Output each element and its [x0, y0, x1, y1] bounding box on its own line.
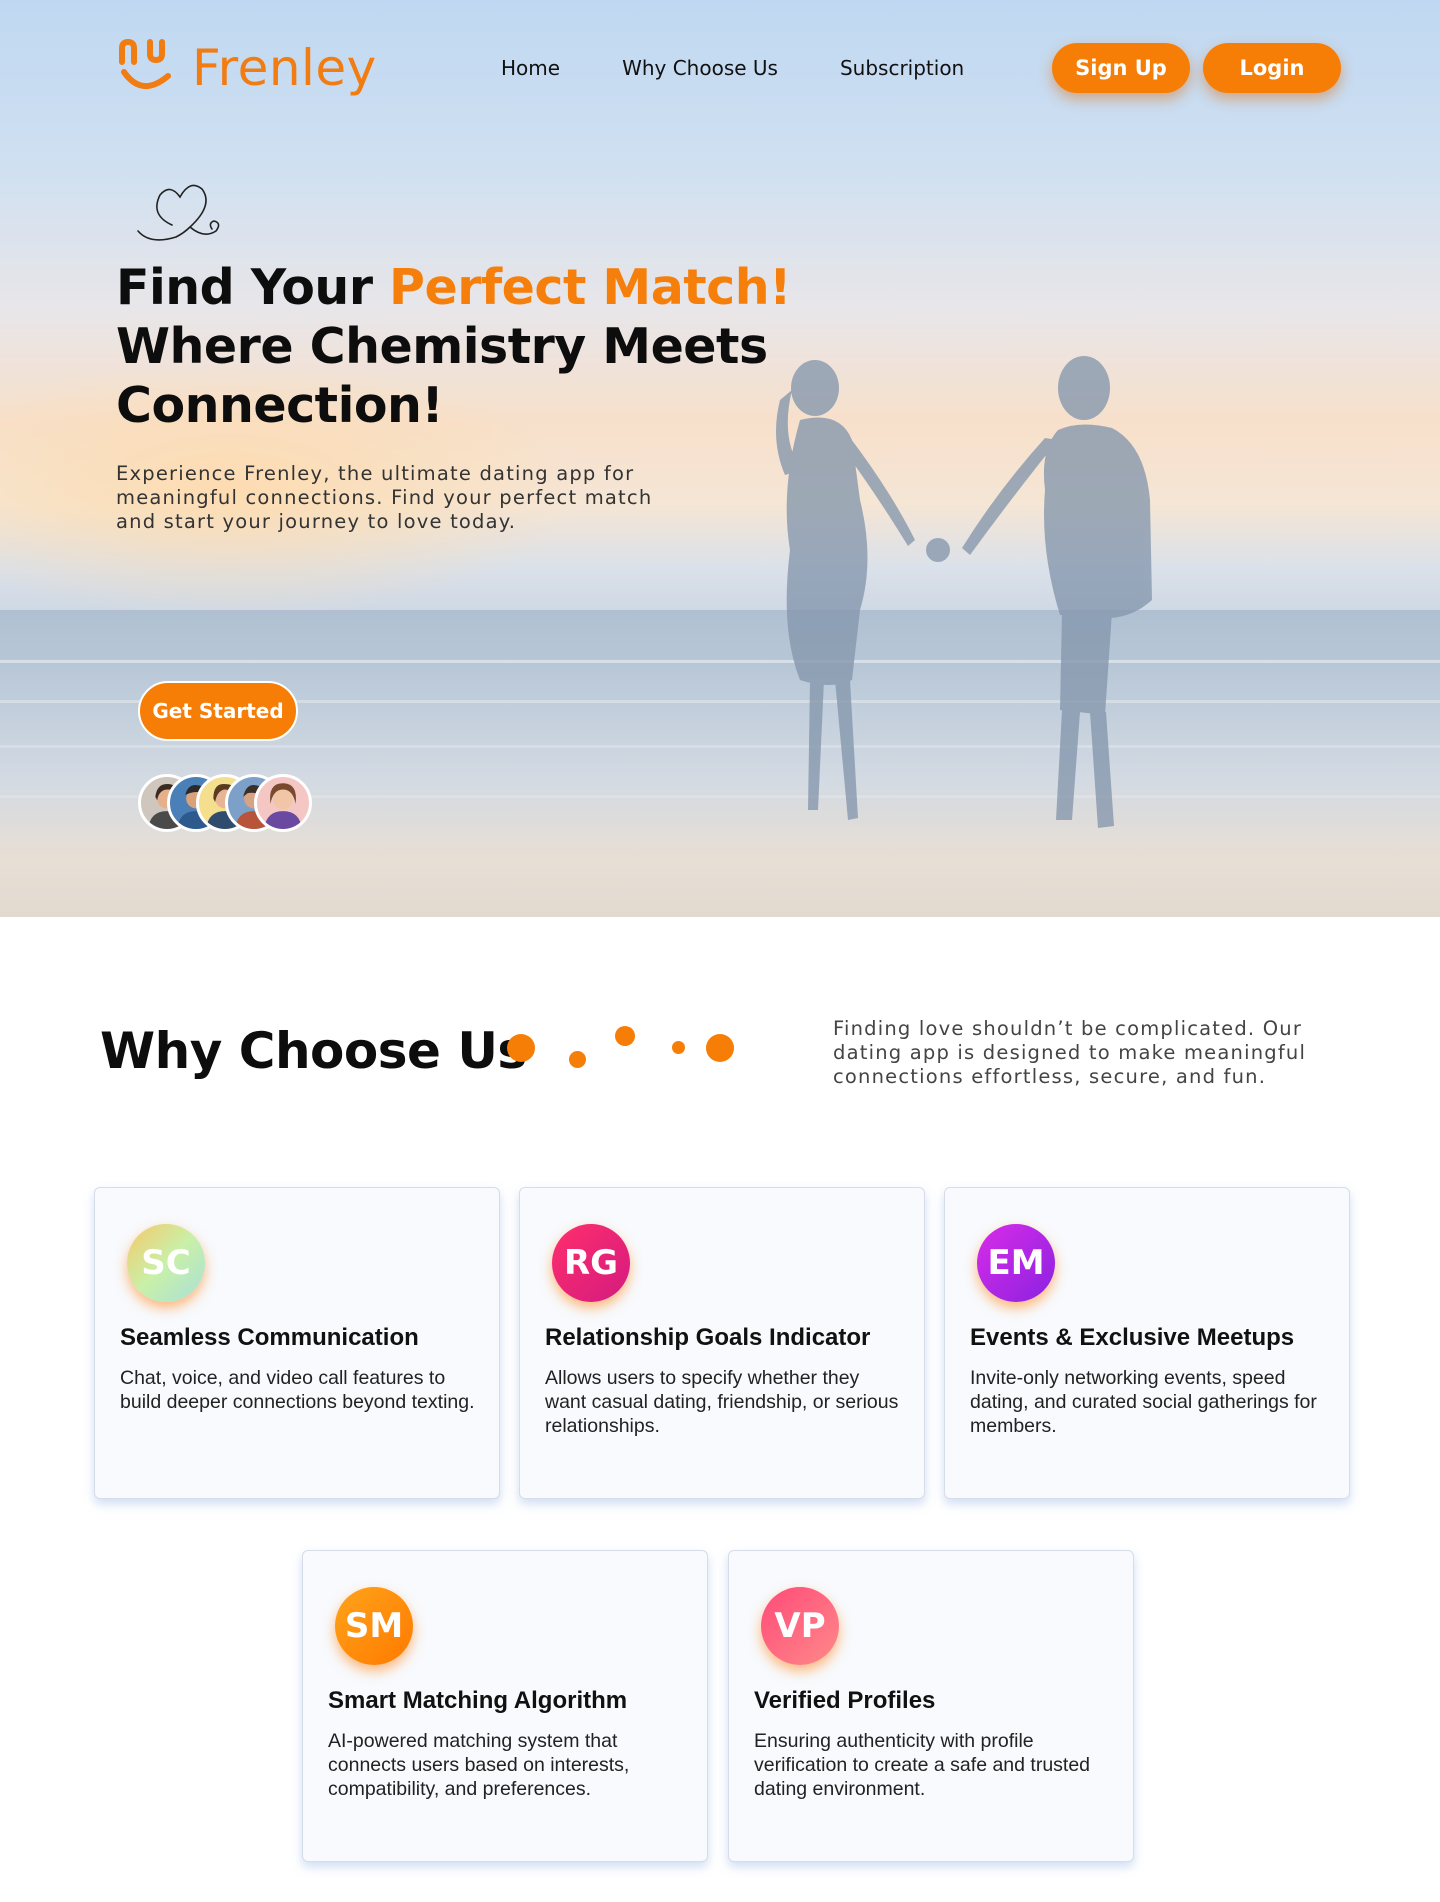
hero-title-line2: Where Chemistry Meets — [116, 318, 768, 375]
feature-text: AI-powered matching system that connects… — [328, 1730, 630, 1800]
feature-title: Seamless Communication — [120, 1324, 419, 1351]
login-button[interactable]: Login — [1203, 43, 1341, 93]
hero-title-accent: Perfect Match! — [389, 259, 791, 316]
feature-text: Ensuring authenticity with profile verif… — [754, 1730, 1091, 1800]
brand-logo[interactable]: Frenley — [116, 36, 377, 100]
feature-badge: RG — [552, 1224, 630, 1302]
nav-home[interactable]: Home — [501, 56, 560, 80]
brand-name: Frenley — [192, 39, 377, 97]
hero-title-line1: Find Your — [116, 259, 390, 316]
hero-title: Find Your Perfect Match! Where Chemistry… — [116, 258, 791, 435]
feature-badge: EM — [977, 1224, 1055, 1302]
main-nav: Home Why Choose Us Subscription — [501, 56, 964, 80]
decorative-dot — [615, 1026, 635, 1046]
feature-text: Invite-only networking events, speed dat… — [970, 1367, 1317, 1437]
nav-subscription[interactable]: Subscription — [840, 56, 964, 80]
signup-button[interactable]: Sign Up — [1052, 43, 1190, 93]
feature-text: Chat, voice, and video call features to … — [120, 1367, 475, 1413]
heart-doodle-icon — [137, 184, 220, 241]
feature-card-verified-profiles: VP Verified Profiles Ensuring authentici… — [728, 1550, 1134, 1862]
hero-description: Experience Frenley, the ultimate dating … — [116, 462, 653, 533]
feature-badge: SC — [127, 1224, 205, 1302]
decorative-dot — [672, 1041, 685, 1054]
nav-why-choose-us[interactable]: Why Choose Us — [622, 56, 778, 80]
feature-card-relationship-goals: RG Relationship Goals Indicator Allows u… — [519, 1187, 925, 1499]
smile-logo-icon — [119, 38, 171, 89]
decorative-dot — [706, 1034, 734, 1062]
feature-card-events-meetups: EM Events & Exclusive Meetups Invite-onl… — [944, 1187, 1350, 1499]
feature-title: Events & Exclusive Meetups — [970, 1324, 1295, 1351]
user-avatars — [138, 774, 312, 832]
why-choose-us-title: Why Choose Us — [100, 1022, 527, 1080]
why-choose-us-description: Finding love shouldn’t be complicated. O… — [833, 1017, 1307, 1088]
decorative-dot — [569, 1051, 586, 1068]
couple-photo — [776, 356, 1152, 828]
feature-badge: VP — [761, 1587, 839, 1665]
feature-text: Allows users to specify whether they wan… — [545, 1367, 899, 1437]
feature-title: Relationship Goals Indicator — [545, 1324, 871, 1351]
decorative-dot — [507, 1034, 535, 1062]
feature-card-seamless-communication: SC Seamless Communication Chat, voice, a… — [94, 1187, 500, 1499]
feature-badge: SM — [335, 1587, 413, 1665]
get-started-button[interactable]: Get Started — [138, 681, 298, 741]
feature-card-smart-matching: SM Smart Matching Algorithm AI-powered m… — [302, 1550, 708, 1862]
avatar — [254, 774, 312, 832]
hero-title-line3: Connection! — [116, 377, 444, 434]
feature-title: Verified Profiles — [754, 1687, 936, 1714]
feature-title: Smart Matching Algorithm — [328, 1687, 628, 1714]
